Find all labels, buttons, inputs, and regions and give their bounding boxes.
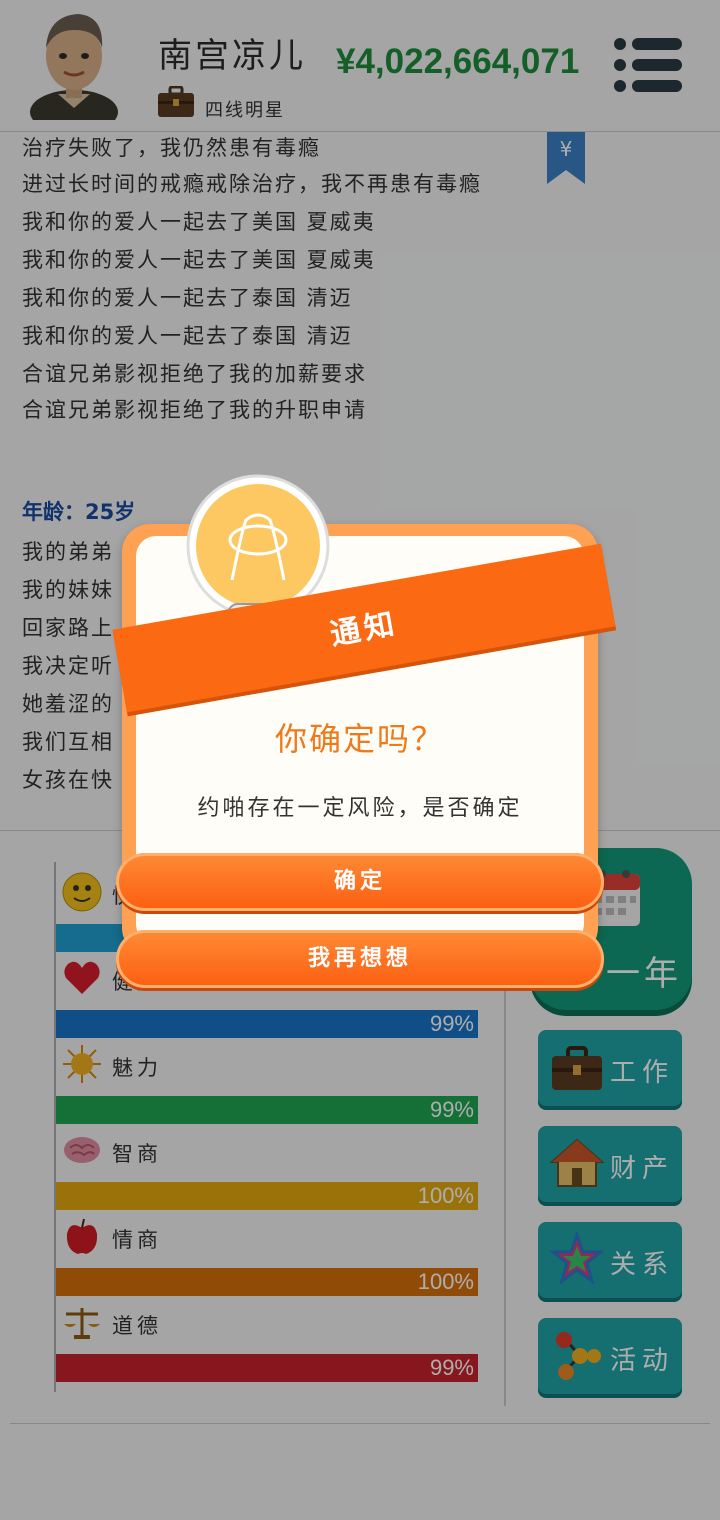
modal-title: 你确定吗？ (274, 720, 445, 758)
cancel-button[interactable]: 我再想想 (116, 930, 604, 988)
confirm-button[interactable]: 确定 (116, 853, 604, 911)
modal-message: 约啪存在一定风险，是否确定 (197, 796, 523, 821)
